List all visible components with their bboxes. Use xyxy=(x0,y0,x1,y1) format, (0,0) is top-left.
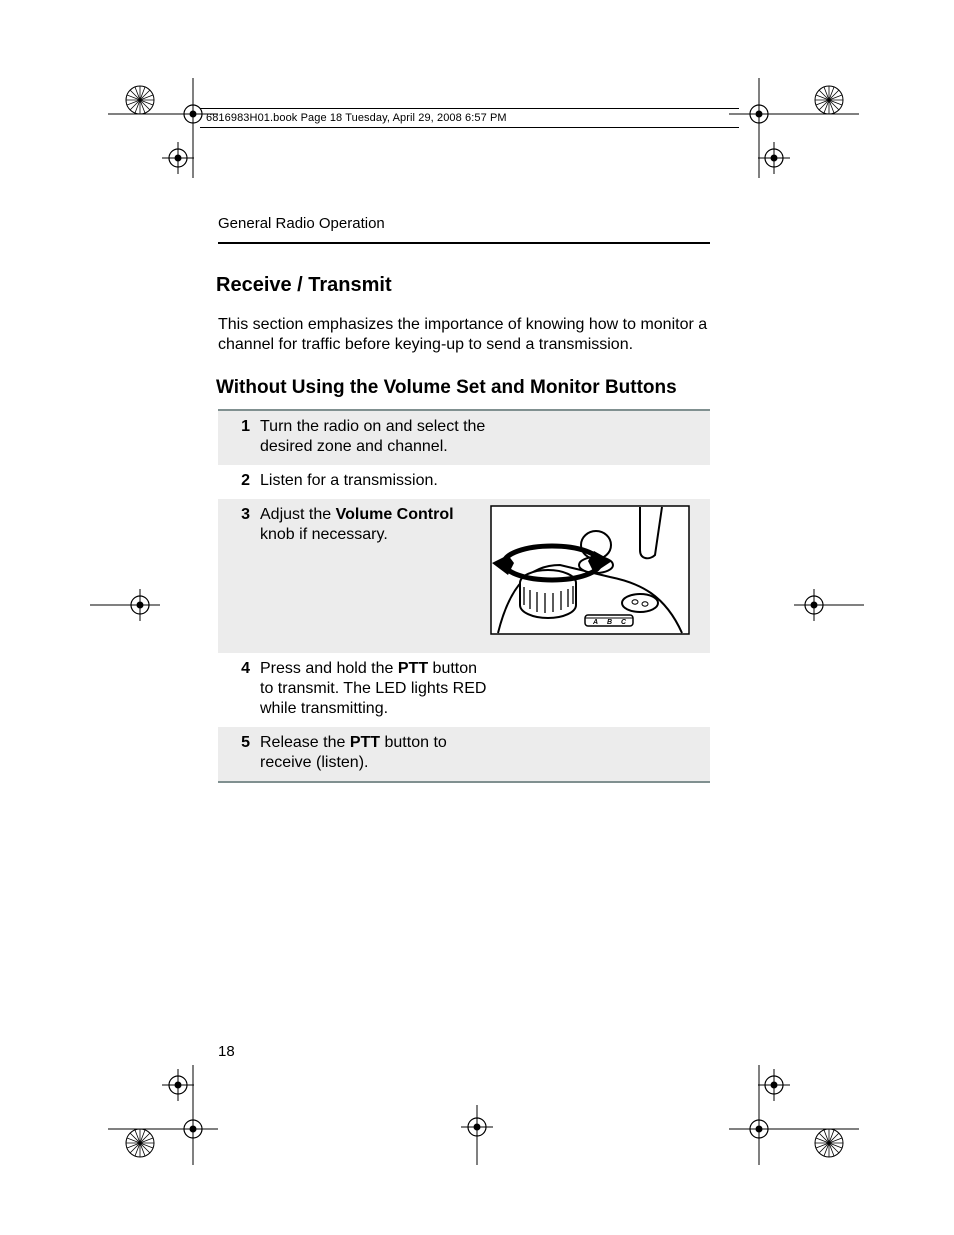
step-4: 4 Press and hold the PTT button to trans… xyxy=(218,653,710,727)
page: 6816983H01.book Page 18 Tuesday, April 2… xyxy=(0,0,954,1235)
volume-knob-figure: A B C xyxy=(490,505,690,635)
step-2-text: Listen for a transmission. xyxy=(260,471,660,491)
subsection-title: Without Using the Volume Set and Monitor… xyxy=(216,377,710,399)
step-5-text: Release the PTT button to receive (liste… xyxy=(260,733,490,773)
step-3-number: 3 xyxy=(226,505,260,525)
running-head: General Radio Operation xyxy=(218,215,710,232)
step-2: 2 Listen for a transmission. xyxy=(218,465,710,499)
regmark-top-left xyxy=(108,78,218,178)
step-3-text: Adjust the Volume Control knob if necess… xyxy=(260,505,490,545)
figure-label-b: B xyxy=(607,619,612,626)
page-number: 18 xyxy=(218,1043,235,1060)
regmark-bottom-left xyxy=(108,1065,218,1165)
content-column: General Radio Operation Receive / Transm… xyxy=(218,215,710,783)
step-1: 1 Turn the radio on and select the desir… xyxy=(218,411,710,465)
figure-label-a: A xyxy=(592,619,598,626)
regmark-mid-left xyxy=(90,585,160,625)
step-5: 5 Release the PTT button to receive (lis… xyxy=(218,727,710,781)
divider-rule xyxy=(218,242,710,244)
section-title: Receive / Transmit xyxy=(216,274,710,297)
regmark-bottom-center xyxy=(437,1105,517,1165)
step-5-number: 5 xyxy=(226,733,260,753)
intro-paragraph: This section emphasizes the importance o… xyxy=(218,315,710,355)
step-1-text: Turn the radio on and select the desired… xyxy=(260,417,490,457)
step-4-number: 4 xyxy=(226,659,260,679)
regmark-bottom-right xyxy=(729,1065,859,1165)
header-stamp: 6816983H01.book Page 18 Tuesday, April 2… xyxy=(200,108,739,128)
step-3: 3 Adjust the Volume Control knob if nece… xyxy=(218,499,710,653)
regmark-top-right xyxy=(729,78,859,178)
step-4-text: Press and hold the PTT button to transmi… xyxy=(260,659,490,719)
regmark-mid-right xyxy=(794,585,864,625)
step-2-number: 2 xyxy=(226,471,260,491)
step-1-number: 1 xyxy=(226,417,260,437)
steps-block: 1 Turn the radio on and select the desir… xyxy=(218,409,710,783)
